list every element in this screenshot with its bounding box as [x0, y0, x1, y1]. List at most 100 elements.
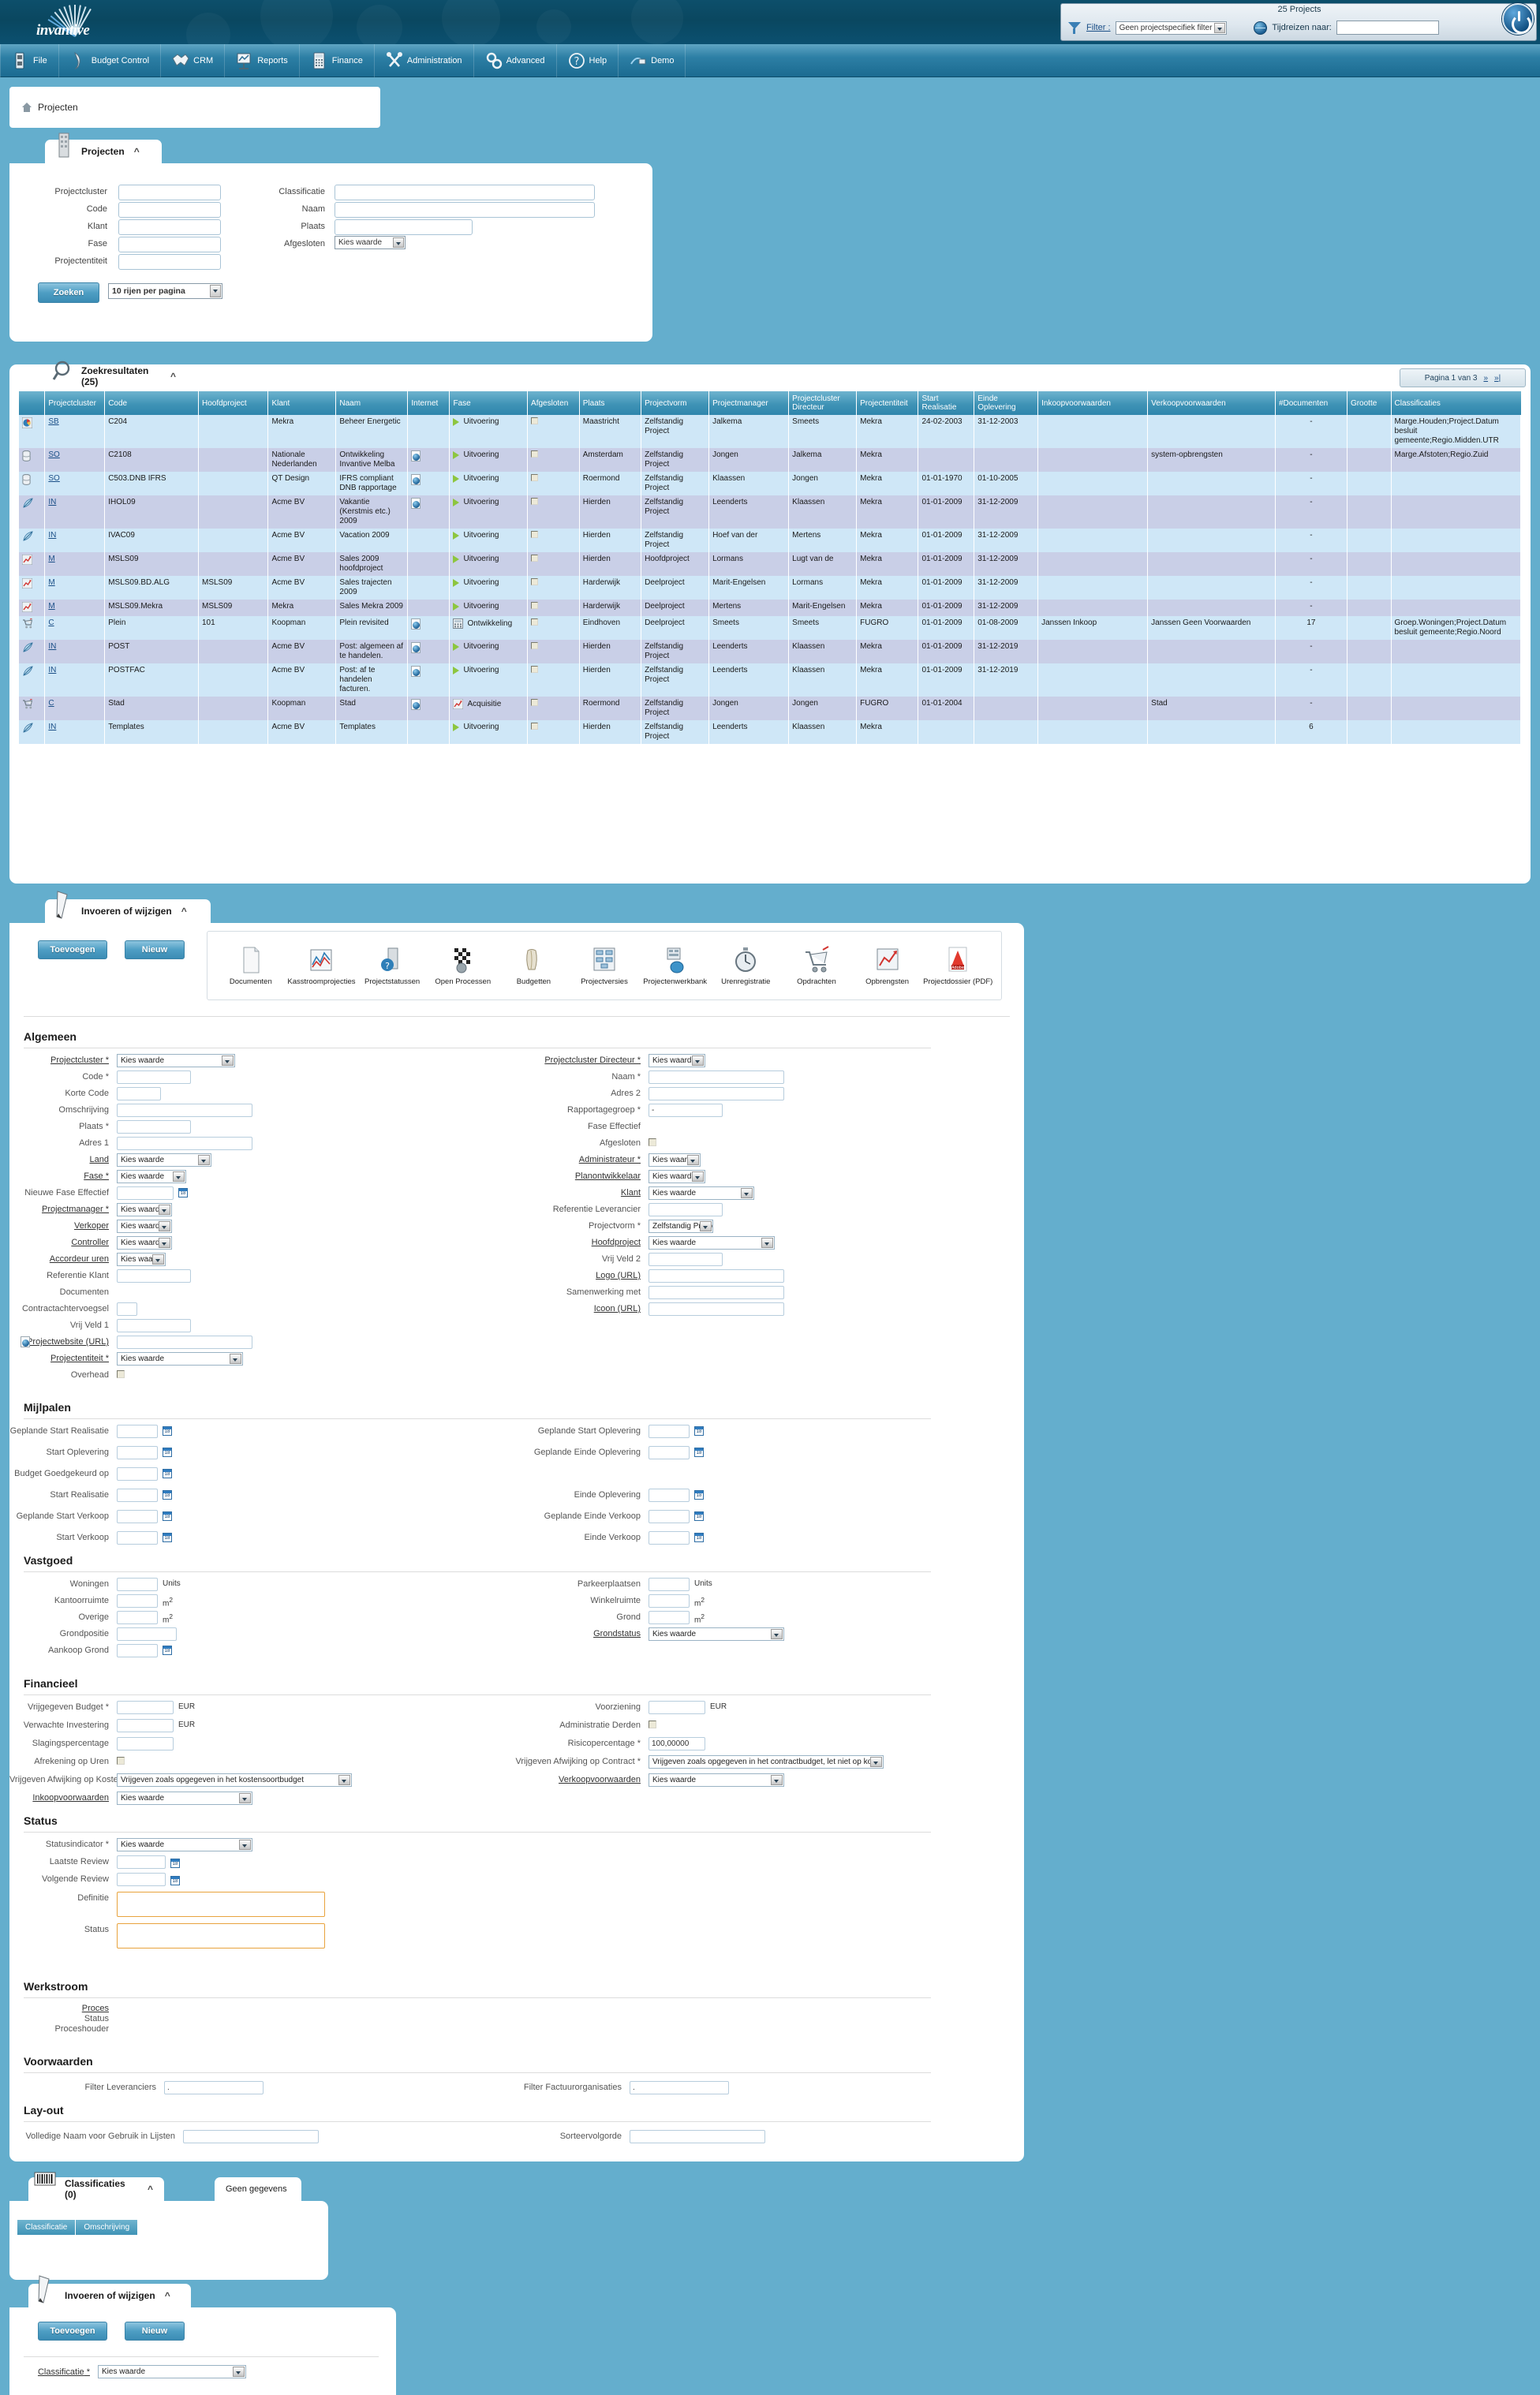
select-statusindicator[interactable]: Kies waarde [117, 1838, 252, 1851]
cell-rowicon[interactable] [19, 663, 46, 697]
cell-afgesloten[interactable] [527, 448, 580, 472]
feather-icon[interactable] [22, 666, 33, 676]
select-verkoper[interactable]: Kies waarde [117, 1220, 172, 1233]
collapse-icon[interactable]: ^ [170, 371, 176, 382]
calendar-icon[interactable]: 18 [694, 1511, 704, 1521]
select-projectmanager[interactable]: Kies waarde [117, 1203, 172, 1216]
cell-rowicon[interactable] [19, 472, 46, 495]
select-fase[interactable]: Kies waarde [117, 1170, 186, 1183]
cart-icon[interactable] [22, 618, 33, 629]
new-button[interactable]: Nieuw [125, 940, 185, 959]
chart-up-icon[interactable] [21, 601, 33, 613]
feather-icon[interactable] [22, 498, 33, 508]
cluster-link[interactable]: M [48, 578, 54, 587]
input-nieuwe-fase-effectief[interactable] [117, 1186, 174, 1200]
input-kantoorruimte[interactable] [117, 1594, 158, 1608]
toolbar-item-cashflow-chart[interactable]: Kasstroomprojecties [286, 946, 357, 986]
col-code[interactable]: Code [104, 391, 199, 415]
cell-projectcluster[interactable]: C [44, 697, 106, 720]
input-volledige-naam[interactable] [183, 2130, 319, 2143]
cluster-link[interactable]: M [48, 602, 54, 611]
select-projectcluster[interactable]: Kies waarde [117, 1054, 235, 1067]
pager-last-button[interactable]: »| [1494, 374, 1501, 383]
col-einde-oplevering[interactable]: Einde Oplevering [974, 391, 1039, 415]
table-row[interactable]: SB C204 Mekra Beheer Energetic Uitvoering Maa… [19, 415, 1522, 448]
cell-projectcluster[interactable]: IN [44, 529, 106, 552]
search-input-fase[interactable] [118, 237, 221, 252]
chart-doc-icon[interactable] [21, 417, 33, 429]
classificaties-panel-tab[interactable]: Classificaties (0) ^ [28, 2172, 164, 2201]
input-vrij-veld-2[interactable] [649, 1253, 723, 1266]
afgesloten-checkbox[interactable] [531, 666, 539, 673]
select-inkoopvoorwaarden[interactable]: Kies waarde [117, 1792, 252, 1805]
afgesloten-checkbox[interactable] [531, 474, 539, 481]
cell-rowicon[interactable] [19, 720, 46, 744]
input-voorziening[interactable] [649, 1701, 705, 1714]
cell-projectcluster[interactable]: M [44, 552, 106, 576]
cell-afgesloten[interactable] [527, 472, 580, 495]
cell-afgesloten[interactable] [527, 616, 580, 640]
globe-doc-icon[interactable] [411, 498, 421, 509]
cluster-link[interactable]: SO [48, 474, 59, 483]
input-adres-1[interactable] [117, 1137, 252, 1150]
select-accordeur-uren[interactable]: Kies waarde [117, 1253, 166, 1266]
cell-projectcluster[interactable]: IN [44, 640, 106, 663]
checkbox-overhead[interactable] [117, 1370, 125, 1378]
cell-internet[interactable] [407, 448, 450, 472]
input-naam[interactable] [649, 1070, 784, 1084]
input-grondpositie[interactable] [117, 1627, 177, 1641]
cluster-link[interactable]: IN [48, 642, 56, 651]
textarea-definitie[interactable] [117, 1892, 325, 1917]
afgesloten-checkbox[interactable] [531, 555, 539, 562]
input-contractachtervoegsel[interactable] [117, 1302, 137, 1316]
cell-internet[interactable] [407, 663, 450, 697]
collapse-icon[interactable]: ^ [165, 2290, 170, 2301]
select-grondstatus[interactable]: Kies waarde [649, 1627, 784, 1641]
calendar-icon[interactable]: 18 [163, 1646, 172, 1655]
toolbar-item-scales[interactable]: Budgetten [499, 946, 570, 986]
chart-up-icon[interactable] [21, 554, 33, 566]
cell-afgesloten[interactable] [527, 495, 580, 529]
input-laatste-review[interactable] [117, 1855, 166, 1869]
select-projectvorm[interactable]: Zelfstandig Project [649, 1220, 713, 1233]
input-logo-url[interactable] [649, 1269, 784, 1283]
menu-item-help[interactable]: ? Help [557, 43, 619, 77]
search-input-projectentiteit[interactable] [118, 254, 221, 270]
input-referentie-leverancier[interactable] [649, 1203, 723, 1216]
cell-rowicon[interactable] [19, 415, 46, 448]
input-rapportagegroep[interactable]: - [649, 1104, 723, 1117]
cell-afgesloten[interactable] [527, 697, 580, 720]
calendar-icon[interactable]: 18 [178, 1188, 188, 1198]
col-projectentiteit[interactable]: Projectentiteit [856, 391, 919, 415]
input-start-verkoop[interactable] [117, 1531, 158, 1545]
input-woningen[interactable] [117, 1578, 158, 1591]
input-geplande-einde-verkoop[interactable] [649, 1510, 690, 1523]
feather-icon[interactable] [22, 723, 33, 733]
select-land[interactable]: Kies waarde [117, 1153, 211, 1167]
menu-item-demo[interactable]: Demo [619, 43, 686, 77]
power-icon[interactable] [1502, 3, 1534, 35]
col-afgesloten[interactable]: Afgesloten [527, 391, 580, 415]
col-projectmanager[interactable]: Projectmanager [708, 391, 790, 415]
cell-rowicon[interactable] [19, 697, 46, 720]
feather-icon[interactable] [22, 531, 33, 541]
pager-next-button[interactable]: » [1483, 374, 1488, 383]
input-winkelruimte[interactable] [649, 1594, 690, 1608]
input-omschrijving[interactable] [117, 1104, 252, 1117]
cell-rowicon[interactable] [19, 448, 46, 472]
afgesloten-checkbox[interactable] [531, 498, 539, 505]
search-input-plaats[interactable] [335, 219, 473, 235]
cell-rowicon[interactable] [19, 600, 46, 616]
input-adres-2[interactable] [649, 1087, 784, 1100]
cluster-link[interactable]: IN [48, 498, 56, 506]
toolbar-item-versions[interactable]: Projectversies [569, 946, 640, 986]
input-icoon-url[interactable] [649, 1302, 784, 1316]
cluster-link[interactable]: C [48, 699, 54, 708]
input-geplande-start-realisatie[interactable] [117, 1425, 158, 1438]
col-naam[interactable]: Naam [335, 391, 409, 415]
select-controller[interactable]: Kies waarde [117, 1236, 172, 1250]
cluster-link[interactable]: C [48, 618, 54, 627]
rows-per-page-select[interactable]: 10 rijen per pagina [108, 283, 222, 299]
cell-internet[interactable] [407, 495, 450, 529]
classificatie-new-button[interactable]: Nieuw [125, 2322, 185, 2341]
